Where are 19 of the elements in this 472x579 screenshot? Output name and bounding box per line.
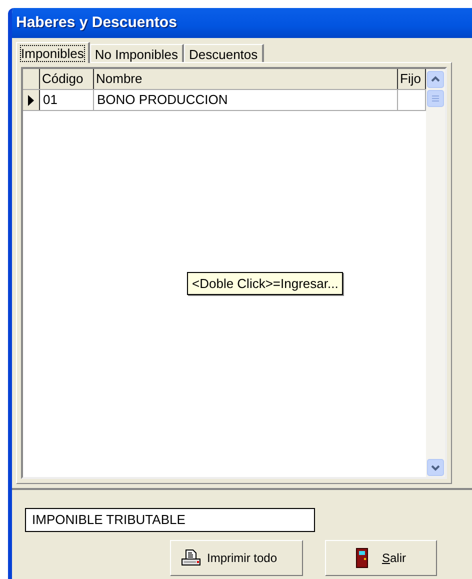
window-title: Haberes y Descuentos bbox=[12, 8, 472, 38]
tooltip: <Doble Click>=Ingresar... bbox=[187, 272, 344, 295]
tab[interactable]: Imponibles bbox=[16, 42, 90, 63]
tab[interactable]: Descuentos bbox=[184, 44, 264, 62]
description-field[interactable]: IMPONIBLE TRIBUTABLE bbox=[25, 508, 315, 532]
scroll-down-icon[interactable] bbox=[427, 459, 444, 476]
table-cell: 01 bbox=[40, 90, 94, 110]
exit-button[interactable]: Salir bbox=[325, 540, 437, 576]
scroll-up-icon[interactable] bbox=[427, 71, 444, 88]
scroll-thumb-icon[interactable] bbox=[427, 90, 444, 107]
column-header[interactable]: Código bbox=[40, 69, 94, 89]
column-header[interactable]: Nombre bbox=[94, 69, 398, 89]
table-cell: BONO PRODUCCION bbox=[94, 90, 398, 110]
scrollbar[interactable] bbox=[426, 69, 445, 477]
column-header[interactable]: Fijo bbox=[398, 69, 426, 89]
tab[interactable]: No Imponibles bbox=[90, 44, 184, 62]
door-icon bbox=[356, 548, 368, 568]
printer-icon bbox=[181, 549, 201, 567]
print-button[interactable]: Imprimir todo bbox=[170, 540, 303, 576]
